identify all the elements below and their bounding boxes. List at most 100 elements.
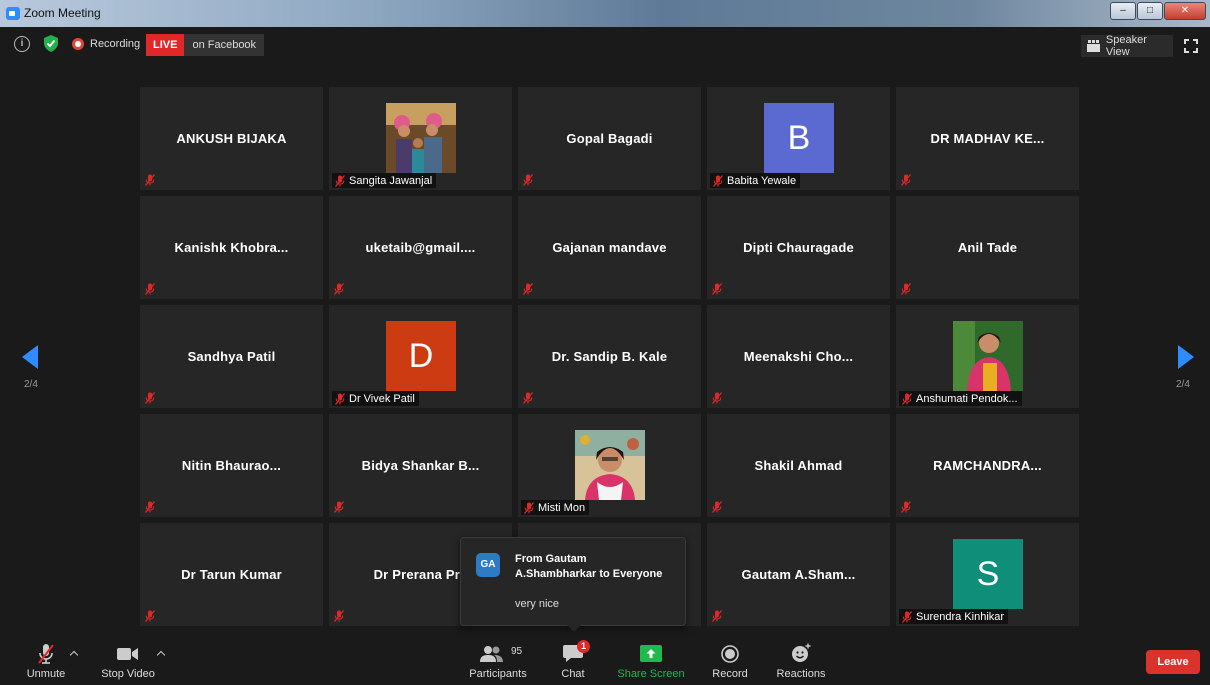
reactions-button[interactable]: Reactions [772,636,830,685]
unmute-button[interactable]: Unmute [20,636,72,685]
participant-tile[interactable]: Gajanan mandave [518,196,701,299]
participant-tile[interactable]: B Babita Yewale [707,87,890,190]
participant-label: Sangita Jawanjal [332,173,437,188]
participant-tile[interactable]: DR MADHAV KE... [896,87,1079,190]
participants-button[interactable]: Participants [468,636,528,685]
participant-name: Meenakshi Cho... [743,349,854,364]
participant-tile[interactable]: Gopal Bagadi [518,87,701,190]
video-options-caret-icon[interactable] [157,650,165,658]
recording-indicator[interactable]: Recording [72,38,140,50]
shield-icon[interactable] [44,35,58,52]
participant-name: Bidya Shankar B... [361,458,480,473]
participant-tile[interactable]: Sandhya Patil [140,305,323,408]
participant-tile[interactable]: D Dr Vivek Patil [329,305,512,408]
participant-tile[interactable]: Shakil Ahmad [707,414,890,517]
participant-tile[interactable]: RAMCHANDRA... [896,414,1079,517]
minimize-button[interactable]: – [1110,2,1136,20]
participants-count: 95 [511,646,523,657]
muted-mic-icon [334,501,344,513]
record-icon [721,645,739,663]
participant-label: Anshumati Pendok... [899,391,1022,406]
participant-tile[interactable]: Anshumati Pendok... [896,305,1079,408]
muted-mic-icon [902,392,912,405]
chat-message: very nice [515,598,560,610]
reactions-smiley-icon [792,643,811,662]
muted-mic-icon [524,501,534,514]
muted-mic-icon [145,501,155,513]
window-title: Zoom Meeting [24,6,101,20]
live-badge: LIVE [146,34,185,56]
record-label: Record [712,668,748,680]
participant-tile[interactable]: Meenakshi Cho... [707,305,890,408]
meeting-toolbar: Unmute Stop Video Participants Chat Shar… [0,636,1210,685]
chat-sender-avatar: GA [476,553,500,577]
participant-photo [386,103,456,173]
chat-sender: From Gautam A.Shambharkar to Everyone [515,552,680,582]
participant-tile[interactable]: Bidya Shankar B... [329,414,512,517]
participant-tile[interactable]: Nitin Bhaurao... [140,414,323,517]
participant-tile[interactable]: Gautam A.Sham... [707,523,890,626]
participant-tile[interactable]: Dr Tarun Kumar [140,523,323,626]
participant-avatar: S [953,539,1023,609]
share-screen-icon [640,645,662,662]
participant-name: Dr Tarun Kumar [181,567,282,582]
window-titlebar: Zoom Meeting – □ ✕ [0,0,1210,27]
participant-name: Anil Tade [957,240,1018,255]
muted-mic-icon [334,283,344,295]
participant-name: Dr. Sandip B. Kale [551,349,668,364]
participant-tile[interactable]: Sangita Jawanjal [329,87,512,190]
close-button[interactable]: ✕ [1164,2,1206,20]
arrow-right-icon [1178,345,1194,369]
chat-label: Chat [561,668,585,680]
speaker-view-label: Speaker View [1105,34,1147,58]
next-page-button[interactable]: 2/4 [1176,345,1198,390]
participant-name: Nitin Bhaurao... [181,458,282,473]
muted-mic-icon [901,501,911,513]
speaker-view-button[interactable]: Speaker View [1081,34,1173,58]
live-destination: on Facebook [184,34,265,56]
live-stream-indicator[interactable]: LIVE on Facebook [146,34,265,56]
recording-dot-icon [72,38,84,50]
participant-label: Surendra Kinhikar [899,609,1009,624]
participant-name: uketaib@gmail.... [365,240,476,255]
leave-button[interactable]: Leave [1146,650,1200,674]
participant-name: DR MADHAV KE... [930,131,1045,146]
chat-sender-line2: A.Shambharkar to Everyone [515,568,663,580]
participant-avatar: D [386,321,456,391]
reactions-label: Reactions [776,668,826,680]
participant-tile[interactable]: ANKUSH BIJAKA [140,87,323,190]
chat-notification-popup[interactable]: GA From Gautam A.Shambharkar to Everyone… [460,537,686,632]
participant-tile[interactable]: Dr. Sandip B. Kale [518,305,701,408]
maximize-button[interactable]: □ [1137,2,1163,20]
participant-tile[interactable]: uketaib@gmail.... [329,196,512,299]
muted-mic-icon [712,610,722,622]
muted-mic-icon [712,283,722,295]
participant-tile[interactable]: "Misti Mon [518,414,701,517]
stop-video-label: Stop Video [101,668,155,680]
participant-name: Gajanan mandave [552,240,667,255]
muted-mic-icon [901,283,911,295]
muted-mic-icon [334,610,344,622]
participant-photo: " [575,430,645,500]
info-icon[interactable]: i [14,36,30,52]
muted-mic-icon [523,392,533,404]
previous-page-button[interactable]: 2/4 [22,345,42,390]
participant-tile[interactable]: S Surendra Kinhikar [896,523,1079,626]
participant-tile[interactable]: Anil Tade [896,196,1079,299]
share-screen-button[interactable]: Share Screen [616,636,686,685]
audio-options-caret-icon[interactable] [70,650,78,658]
participant-tile[interactable]: Kanishk Khobra... [140,196,323,299]
muted-mic-icon [523,283,533,295]
record-button[interactable]: Record [708,636,752,685]
participant-tile[interactable]: Dipti Chauragade [707,196,890,299]
participant-name: Kanishk Khobra... [174,240,289,255]
microphone-muted-icon [38,644,54,664]
participant-avatar: B [764,103,834,173]
participants-icon [480,646,503,662]
participant-name: RAMCHANDRA... [933,458,1042,473]
recording-label: Recording [90,38,141,50]
stop-video-button[interactable]: Stop Video [98,636,158,685]
participant-photo [953,321,1023,391]
zoom-app-icon [6,7,20,20]
fullscreen-icon[interactable] [1184,39,1198,53]
